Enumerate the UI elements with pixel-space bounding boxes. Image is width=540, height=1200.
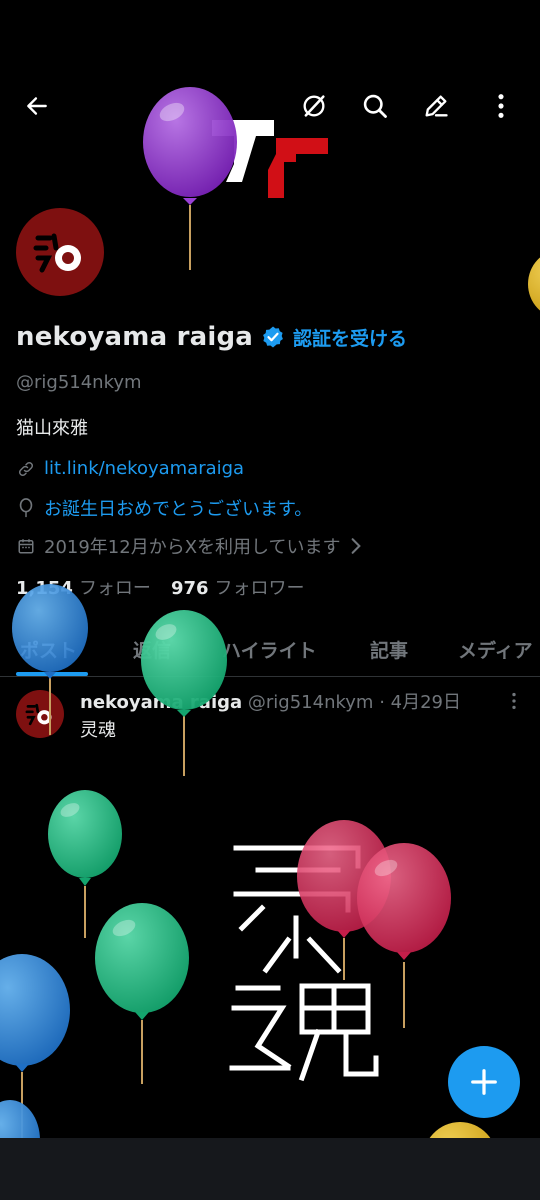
post-date: 4月29日 [390,692,462,713]
grok-icon [303,95,325,117]
search-button[interactable] [357,88,393,124]
calendar-icon [16,536,36,556]
display-name: nekoyama raiga [16,322,254,352]
followers-count: 976 [170,578,209,599]
followers-label: フォロワー [214,578,305,599]
more-vertical-icon [498,94,504,118]
edit-profile-button[interactable] [418,88,454,124]
post-avatar[interactable] [16,690,64,738]
post-text: 灵魂 [80,720,116,741]
green-balloon [95,903,189,1084]
tab-highlights[interactable]: ハイライト [222,636,317,663]
plus-icon [471,1069,497,1095]
following-label: フォロー [78,578,151,599]
avatar-logo [25,703,52,726]
post-author-name[interactable]: nekoyama raiga [80,692,242,713]
tab-media[interactable]: メディア [458,636,533,663]
yellow-balloon [528,257,540,311]
birthday-message[interactable]: お誕生日おめでとうございます。 [44,495,312,521]
more-vertical-icon [512,692,516,710]
tab-replies[interactable]: 返信 [133,636,171,663]
post-image[interactable]: 灵魂 [218,836,388,1096]
back-arrow-icon [27,97,47,115]
edit-icon [425,95,448,117]
joined-row[interactable]: 2019年12月からXを利用しています [16,533,363,559]
profile-handle: @rig514nkym [16,372,142,393]
following-count: 1,154 [16,578,73,599]
chevron-right-icon [351,538,361,554]
profile-website-link[interactable]: lit.link/nekoyamaraiga [44,458,244,479]
verified-badge-icon [263,326,283,348]
avatar-logo [33,233,81,273]
follow-stats: 1,154 フォロー 976 フォロワー [16,574,305,600]
post-author-handle: @rig514nkym [247,692,374,713]
green-balloon [48,790,122,938]
active-tab-indicator [16,672,88,676]
bottom-navigation-bar [0,1138,540,1200]
post-header: nekoyama raiga @rig514nkym · 4月29日 [80,688,461,714]
balloon-icon [16,498,36,518]
profile-tabs: ポスト 返信 ハイライト 記事 メディア [0,622,540,677]
tab-articles[interactable]: 記事 [370,636,408,663]
joined-date: 2019年12月からXを利用しています [44,537,341,558]
link-icon [16,459,36,479]
followers-link[interactable]: 976 フォロワー [171,574,305,600]
profile-link-row: lit.link/nekoyamaraiga [16,458,244,479]
tab-posts[interactable]: ポスト [20,636,77,663]
back-button[interactable] [19,88,55,124]
following-link[interactable]: 1,154 フォロー [16,574,151,600]
compose-post-button[interactable] [448,1046,520,1118]
profile-avatar[interactable] [16,208,104,296]
blue-balloon [0,954,70,1138]
profile-bio: 猫山來雅 [16,418,88,439]
grok-button[interactable] [296,88,332,124]
banner-logo [212,120,328,198]
more-button[interactable] [483,88,519,124]
birthday-row: お誕生日おめでとうございます。 [16,495,312,521]
search-icon [363,94,387,118]
post-separator: · [379,692,385,713]
get-verified-link[interactable]: 認証を受ける [293,324,407,351]
profile-name-row: nekoyama raiga 認証を受ける [16,322,407,352]
post-more-button[interactable] [504,690,524,712]
